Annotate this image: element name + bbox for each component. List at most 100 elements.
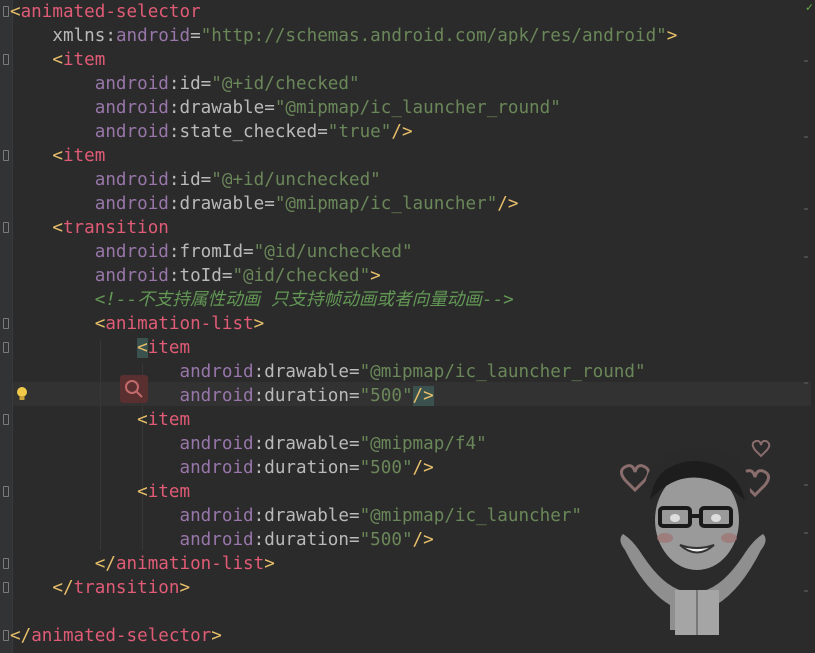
token-tag: < [52,218,63,238]
code-line[interactable]: <!--不支持属性动画 只支持帧动画或者向量动画--> [10,288,514,312]
fold-marker[interactable] [3,318,9,329]
code-line[interactable]: <animated-selector [10,0,201,24]
token-attr: :drawable= [253,362,360,382]
token-ns: android [94,266,169,286]
token-str: "@id/unchecked" [253,242,413,262]
token-tag: > [253,314,265,334]
code-line[interactable]: android:id="@+id/checked" [10,72,360,96]
token-attr: : [105,26,116,46]
code-line[interactable]: android:drawable="@mipmap/f4" [10,432,486,456]
token-hltag: < [137,338,148,358]
token-tname: item [62,146,106,166]
token-attr: :id= [168,170,212,190]
code-line[interactable]: <animation-list> [10,312,264,336]
code-line[interactable]: android:id="@+id/unchecked" [10,168,381,192]
token-str: "@mipmap/ic_launcher_round" [359,362,646,382]
inspection-status-icon[interactable]: ✓ [806,0,813,14]
token-tag: </ [10,626,32,646]
token-tag: < [137,482,148,502]
code-line[interactable]: </transition> [10,576,190,600]
code-line[interactable]: android:drawable="@mipmap/ic_launcher_ro… [10,96,561,120]
code-line[interactable]: </animation-list> [10,552,275,576]
token-ns: android [94,242,169,262]
token-ns: android [94,194,169,214]
fold-marker[interactable] [3,342,9,353]
code-line[interactable]: android:duration="500"/> [10,384,434,408]
code-line[interactable]: <item [10,48,105,72]
code-line[interactable]: android:toId="@id/checked"> [10,264,381,288]
fold-marker[interactable] [3,582,9,593]
token-tag: > [264,554,275,574]
token-str: "@id/checked" [232,266,371,286]
token-str: "@+id/unchecked" [211,170,381,190]
fold-marker[interactable] [3,630,9,641]
fold-marker[interactable] [3,150,9,161]
token-tname: transition [62,218,169,238]
token-tname: animated-selector [20,2,201,22]
token-tag: /> [391,122,413,142]
token-attr: :drawable= [253,434,360,454]
code-line[interactable]: android:fromId="@id/unchecked" [10,240,413,264]
fold-marker[interactable] [3,222,9,233]
code-line[interactable]: android:drawable="@mipmap/ic_launcher_ro… [10,360,646,384]
lightbulb-icon[interactable] [16,386,28,402]
token-tname: item [147,338,191,358]
token-hltag: /> [412,386,434,406]
token-tag: /> [412,458,434,478]
code-line[interactable]: <item [10,480,190,504]
token-tag: > [179,578,191,598]
code-line[interactable]: <transition [10,216,169,240]
token-tag: > [211,626,222,646]
fold-marker[interactable] [3,558,9,569]
token-attr: :drawable= [253,506,360,526]
code-line[interactable]: android:drawable="@mipmap/ic_launcher"/> [10,192,519,216]
token-comment: <!--不支持属性动画 只支持帧动画或者向量动画--> [94,290,514,310]
code-line[interactable]: <item [10,408,190,432]
token-ns: android [179,506,254,526]
code-line[interactable]: android:drawable="@mipmap/ic_launcher" [10,504,582,528]
code-editor[interactable]: <animated-selector xmlns:android="http:/… [0,0,815,653]
search-icon[interactable] [120,375,148,403]
code-line[interactable]: android:state_checked="true"/> [10,120,413,144]
token-tname: transition [73,578,180,598]
code-line[interactable]: </animated-selector> [10,624,222,648]
token-attr: xmlns [52,26,106,46]
token-tname: animated-selector [31,626,212,646]
cartoon-avatar-icon [605,430,780,635]
code-line[interactable]: android:duration="500"/> [10,528,434,552]
token-tag: /> [497,194,519,214]
token-tag: /> [412,530,434,550]
token-tname: animation-list [105,314,254,334]
code-line[interactable]: xmlns:android="http://schemas.android.co… [10,24,677,48]
token-str: "@+id/checked" [211,74,360,94]
token-attr: :duration= [253,530,360,550]
token-attr: :drawable= [168,98,275,118]
token-ns: android [94,170,169,190]
token-tag: < [137,410,148,430]
fold-marker[interactable] [3,486,9,497]
token-tag: < [94,314,106,334]
token-ns: android [94,74,169,94]
fold-marker[interactable] [3,414,9,425]
token-ns: android [94,122,169,142]
fold-marker[interactable] [3,54,9,65]
code-line[interactable]: android:duration="500"/> [10,456,434,480]
fold-marker[interactable] [3,6,9,17]
token-tname: item [147,482,191,502]
code-line[interactable]: <item [10,336,190,360]
token-attr: :duration= [253,458,360,478]
code-line[interactable]: <item [10,144,105,168]
